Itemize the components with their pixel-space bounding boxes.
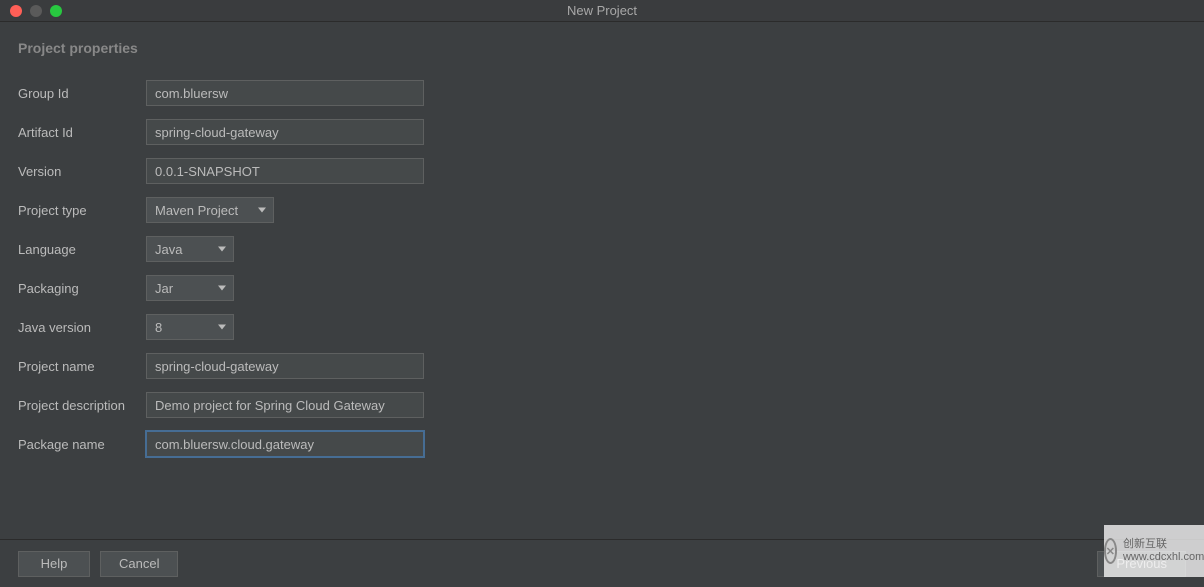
label-project-description: Project description <box>18 398 146 413</box>
traffic-lights <box>0 5 62 17</box>
select-language[interactable]: Java <box>146 236 234 262</box>
label-packaging: Packaging <box>18 281 146 296</box>
select-java-version[interactable]: 8 <box>146 314 234 340</box>
footer: Help Cancel Previous <box>0 539 1204 587</box>
row-package-name: Package name <box>18 431 1186 457</box>
row-packaging: Packaging Jar <box>18 275 1186 301</box>
select-packaging-value: Jar <box>155 281 173 296</box>
input-project-name[interactable] <box>146 353 424 379</box>
input-project-description[interactable] <box>146 392 424 418</box>
row-java-version: Java version 8 <box>18 314 1186 340</box>
select-packaging[interactable]: Jar <box>146 275 234 301</box>
label-package-name: Package name <box>18 437 146 452</box>
select-java-version-value: 8 <box>155 320 162 335</box>
titlebar: New Project <box>0 0 1204 22</box>
watermark-line2: www.cdcxhl.com <box>1123 551 1204 564</box>
row-artifact-id: Artifact Id <box>18 119 1186 145</box>
watermark-logo-icon: ✕ <box>1104 538 1117 564</box>
watermark: ✕ 创新互联 www.cdcxhl.com <box>1104 525 1204 577</box>
row-group-id: Group Id <box>18 80 1186 106</box>
row-version: Version <box>18 158 1186 184</box>
row-project-type: Project type Maven Project <box>18 197 1186 223</box>
label-language: Language <box>18 242 146 257</box>
input-group-id[interactable] <box>146 80 424 106</box>
window-title: New Project <box>567 3 637 18</box>
maximize-icon[interactable] <box>50 5 62 17</box>
watermark-line1: 创新互联 <box>1123 538 1204 551</box>
label-group-id: Group Id <box>18 86 146 101</box>
select-project-type[interactable]: Maven Project <box>146 197 274 223</box>
input-version[interactable] <box>146 158 424 184</box>
close-icon[interactable] <box>10 5 22 17</box>
label-artifact-id: Artifact Id <box>18 125 146 140</box>
row-project-description: Project description <box>18 392 1186 418</box>
label-project-name: Project name <box>18 359 146 374</box>
minimize-icon <box>30 5 42 17</box>
label-project-type: Project type <box>18 203 146 218</box>
label-version: Version <box>18 164 146 179</box>
input-package-name[interactable] <box>146 431 424 457</box>
input-artifact-id[interactable] <box>146 119 424 145</box>
select-language-value: Java <box>155 242 182 257</box>
help-button[interactable]: Help <box>18 551 90 577</box>
watermark-text: 创新互联 www.cdcxhl.com <box>1123 538 1204 564</box>
row-project-name: Project name <box>18 353 1186 379</box>
section-title: Project properties <box>18 40 1186 56</box>
row-language: Language Java <box>18 236 1186 262</box>
label-java-version: Java version <box>18 320 146 335</box>
select-project-type-value: Maven Project <box>155 203 238 218</box>
content-area: Project properties Group Id Artifact Id … <box>0 22 1204 457</box>
footer-left: Help Cancel <box>18 551 178 577</box>
cancel-button[interactable]: Cancel <box>100 551 178 577</box>
